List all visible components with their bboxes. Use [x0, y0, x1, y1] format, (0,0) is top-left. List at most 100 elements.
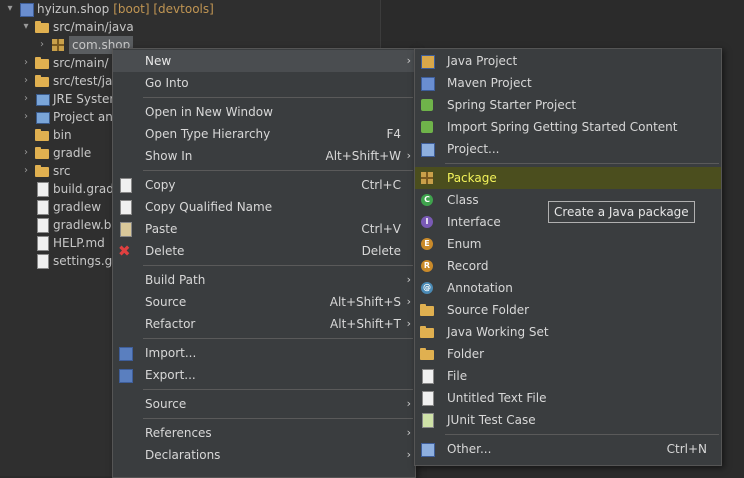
- export-icon: [117, 367, 133, 383]
- menu-item-export[interactable]: Export...: [113, 364, 415, 386]
- menu-separator: [143, 389, 413, 390]
- menu-item-open-in-new-window[interactable]: Open in New Window: [113, 101, 415, 123]
- menu-item-declarations[interactable]: Declarations ›: [113, 444, 415, 466]
- markdown-file-icon: [34, 235, 50, 251]
- chevron-right-icon[interactable]: ›: [20, 162, 32, 180]
- chevron-right-icon[interactable]: ›: [36, 36, 48, 54]
- menu-item-import[interactable]: Import...: [113, 342, 415, 364]
- submenu-item-other[interactable]: Other... Ctrl+N: [415, 438, 721, 460]
- file-icon: [419, 368, 435, 384]
- chevron-right-icon: ›: [406, 397, 411, 410]
- tree-item-label: settings.gr: [53, 254, 118, 268]
- copy-icon: [117, 177, 133, 193]
- folder-icon: [34, 163, 50, 179]
- chevron-right-icon[interactable]: ›: [20, 144, 32, 162]
- submenu-item-java-project[interactable]: Java Project: [415, 50, 721, 72]
- tree-item-src[interactable]: › src: [20, 162, 71, 180]
- tree-item-gradle[interactable]: › gradle: [20, 144, 91, 162]
- chevron-right-icon: ›: [406, 317, 411, 330]
- menu-item-source-submenu[interactable]: Source ›: [113, 393, 415, 415]
- class-icon: C: [419, 192, 435, 208]
- tree-item-src-test-java[interactable]: › src/test/ja: [20, 72, 112, 90]
- tree-item-src-main-java[interactable]: ▾ src/main/java: [20, 18, 134, 36]
- menu-item-open-type-hierarchy[interactable]: Open Type Hierarchy F4: [113, 123, 415, 145]
- menu-separator: [143, 418, 413, 419]
- source-folder-icon: [419, 302, 435, 318]
- menu-item-build-path[interactable]: Build Path ›: [113, 269, 415, 291]
- chevron-right-icon: ›: [406, 54, 411, 67]
- import-icon: [117, 345, 133, 361]
- chevron-right-icon[interactable]: ›: [20, 72, 32, 90]
- record-icon: R: [419, 258, 435, 274]
- submenu-item-folder[interactable]: Folder: [415, 343, 721, 365]
- menu-item-refactor[interactable]: Refactor Alt+Shift+T ›: [113, 313, 415, 335]
- tooltip: Create a Java package: [548, 201, 695, 223]
- menu-item-delete[interactable]: ✖ Delete Delete: [113, 240, 415, 262]
- menu-item-copy-qualified-name[interactable]: Copy Qualified Name: [113, 196, 415, 218]
- menu-separator: [143, 170, 413, 171]
- submenu-item-source-folder[interactable]: Source Folder: [415, 299, 721, 321]
- chevron-right-icon: ›: [406, 426, 411, 439]
- package-icon: [419, 170, 435, 186]
- submenu-item-package[interactable]: Package: [415, 167, 721, 189]
- tree-item-label: gradle: [53, 146, 92, 160]
- gradle-file-icon: [34, 181, 50, 197]
- menu-separator: [445, 163, 719, 164]
- menu-item-source[interactable]: Source Alt+Shift+S ›: [113, 291, 415, 313]
- submenu-item-spring-starter-project[interactable]: Spring Starter Project: [415, 94, 721, 116]
- submenu-item-project[interactable]: Project...: [415, 138, 721, 160]
- chevron-down-icon[interactable]: ▾: [4, 0, 16, 18]
- project-icon: [18, 1, 34, 17]
- menu-separator: [143, 338, 413, 339]
- menu-item-show-in[interactable]: Show In Alt+Shift+W ›: [113, 145, 415, 167]
- tree-item-label: src: [53, 164, 71, 178]
- folder-icon: [34, 127, 50, 143]
- submenu-item-record[interactable]: R Record: [415, 255, 721, 277]
- menu-item-references[interactable]: References ›: [113, 422, 415, 444]
- tree-item-gradlew-bat[interactable]: gradlew.ba: [20, 216, 119, 234]
- submenu-item-maven-project[interactable]: Maven Project: [415, 72, 721, 94]
- chevron-right-icon: ›: [406, 149, 411, 162]
- submenu-item-enum[interactable]: E Enum: [415, 233, 721, 255]
- paste-icon: [117, 221, 133, 237]
- tree-item-label: gradlew: [53, 200, 102, 214]
- new-submenu: Java Project Maven Project Spring Starte…: [414, 48, 722, 466]
- library-icon: [34, 91, 50, 107]
- maven-project-icon: [419, 75, 435, 91]
- tree-item-gradlew[interactable]: gradlew: [20, 198, 101, 216]
- source-folder-icon: [34, 19, 50, 35]
- chevron-right-icon[interactable]: ›: [20, 108, 32, 126]
- tree-item-help-md[interactable]: HELP.md: [20, 234, 105, 252]
- tree-item-src-main-resources[interactable]: › src/main/: [20, 54, 109, 72]
- submenu-item-import-spring-guide[interactable]: Import Spring Getting Started Content: [415, 116, 721, 138]
- tree-item-project-dependencies[interactable]: › Project an: [20, 108, 113, 126]
- tree-item-build-gradle[interactable]: build.grad: [20, 180, 114, 198]
- submenu-item-java-working-set[interactable]: Java Working Set: [415, 321, 721, 343]
- menu-separator: [143, 265, 413, 266]
- submenu-item-file[interactable]: File: [415, 365, 721, 387]
- tree-item-label: src/main/: [53, 56, 109, 70]
- tree-item-label: src/main/java: [53, 20, 134, 34]
- submenu-item-annotation[interactable]: @ Annotation: [415, 277, 721, 299]
- chevron-right-icon: ›: [406, 273, 411, 286]
- tree-item-label: JRE Syster: [53, 92, 115, 106]
- tree-item-project[interactable]: ▾ hyizun.shop [boot] [devtools]: [4, 0, 214, 18]
- chevron-right-icon[interactable]: ›: [20, 90, 32, 108]
- menu-item-paste[interactable]: Paste Ctrl+V: [113, 218, 415, 240]
- submenu-item-untitled-text-file[interactable]: Untitled Text File: [415, 387, 721, 409]
- project-decoration: [boot] [devtools]: [113, 2, 214, 16]
- menu-item-new[interactable]: New ›: [113, 50, 415, 72]
- menu-item-go-into[interactable]: Go Into: [113, 72, 415, 94]
- tree-item-settings-gradle[interactable]: settings.gr: [20, 252, 117, 270]
- chevron-right-icon[interactable]: ›: [20, 54, 32, 72]
- junit-icon: [419, 412, 435, 428]
- spring-guide-icon: [419, 119, 435, 135]
- submenu-item-junit-test-case[interactable]: JUnit Test Case: [415, 409, 721, 431]
- chevron-down-icon[interactable]: ▾: [20, 18, 32, 36]
- spring-project-icon: [419, 97, 435, 113]
- tree-item-label: gradlew.ba: [53, 218, 119, 232]
- menu-item-copy[interactable]: Copy Ctrl+C: [113, 174, 415, 196]
- tree-item-jre-system[interactable]: › JRE Syster: [20, 90, 114, 108]
- file-icon: [34, 199, 50, 215]
- tree-item-bin[interactable]: bin: [20, 126, 72, 144]
